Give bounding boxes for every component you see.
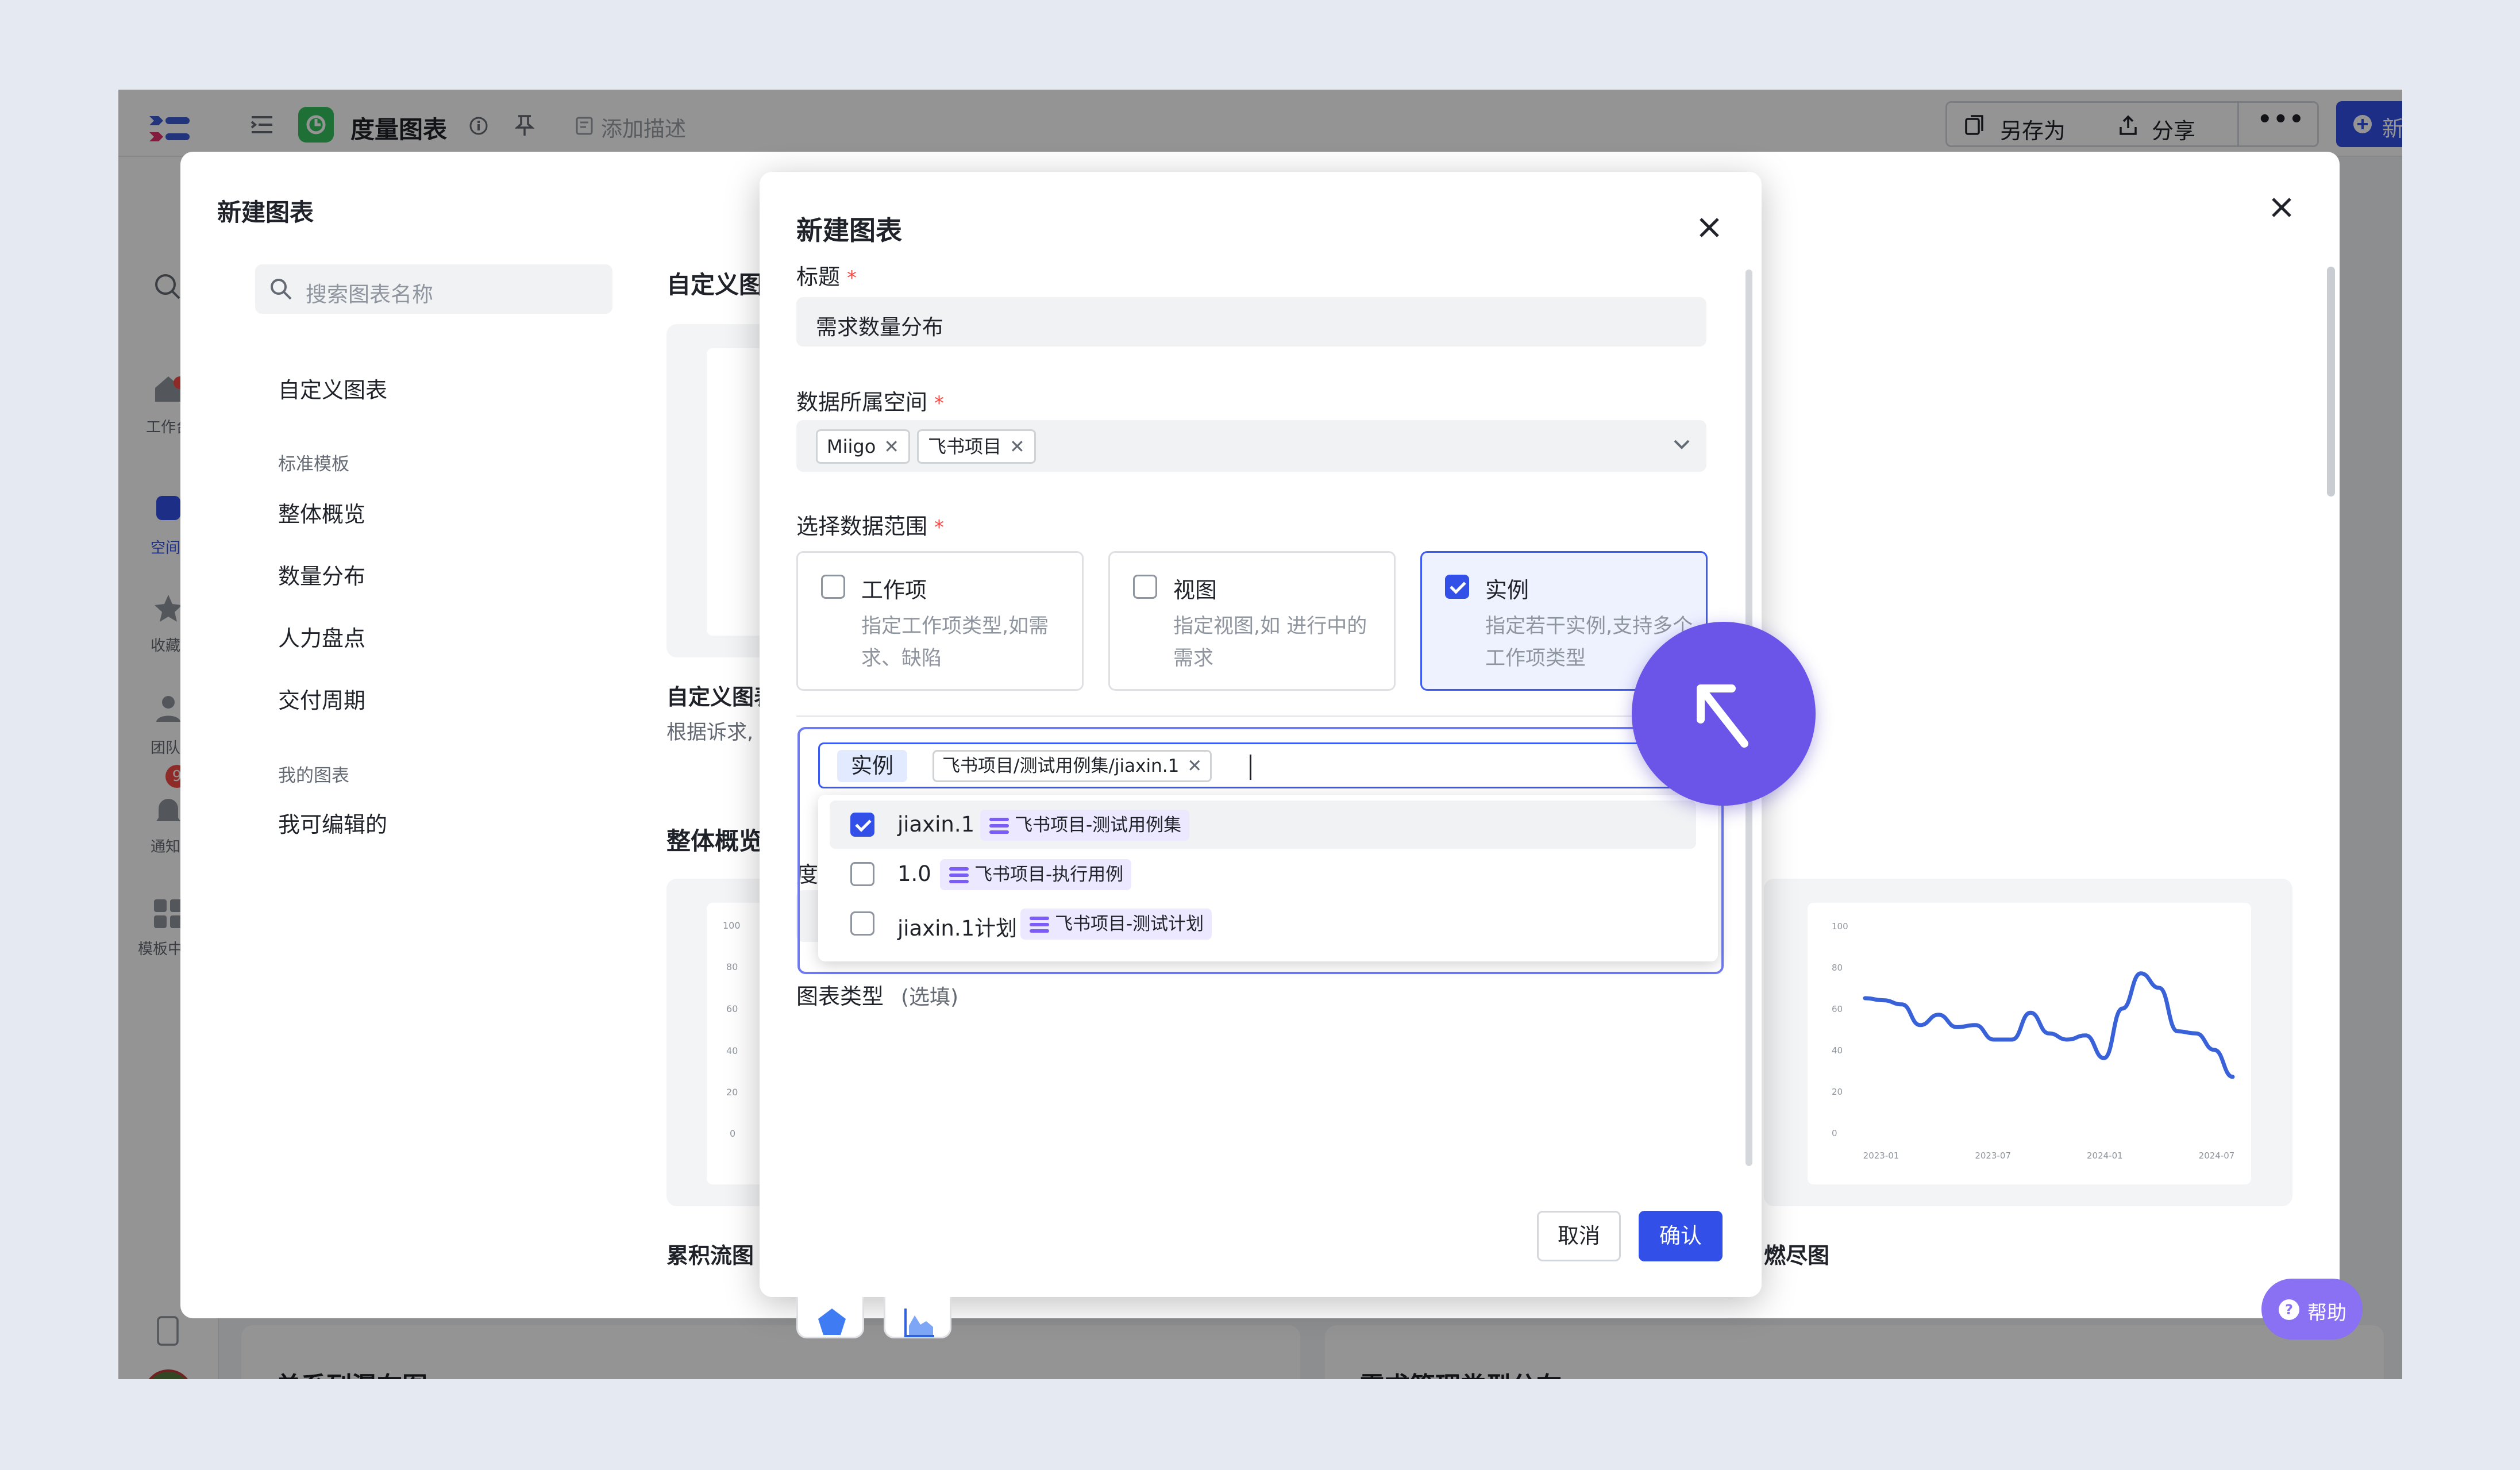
- dialog-footer: 取消 确认: [760, 1173, 1762, 1297]
- item-name: jiaxin.1: [897, 812, 975, 837]
- cancel-button[interactable]: 取消: [1537, 1211, 1621, 1261]
- card-preview: 100 80 60 40 20 0 2023-01 2023-07 2024-01 2024-07: [1808, 903, 2251, 1184]
- x-tick-label: 2024-07: [2199, 1150, 2235, 1161]
- checkbox-checked[interactable]: [850, 813, 874, 837]
- workitem-list-icon: [949, 867, 969, 883]
- space-select[interactable]: Miigo ✕ 飞书项目 ✕: [796, 420, 1706, 472]
- item-tag: 飞书项目-测试计划: [1020, 909, 1212, 940]
- option-title: 实例: [1485, 578, 1529, 603]
- card-title: 燃尽图: [1764, 1243, 1830, 1268]
- nav-item-staffing[interactable]: 人力盘点: [278, 621, 365, 652]
- chip-close-icon[interactable]: ✕: [884, 436, 899, 457]
- card-description: 根据诉求,: [666, 721, 754, 744]
- title-input-value: 需求数量分布: [816, 315, 943, 340]
- dialog-title: 新建图表: [796, 215, 902, 246]
- option-title: 视图: [1173, 578, 1217, 603]
- y-tick-label: 40: [1832, 1045, 1843, 1056]
- help-button[interactable]: ? 帮助: [2261, 1279, 2363, 1340]
- nav-section-mine: 我的图表: [278, 765, 349, 786]
- y-tick-label: 20: [1832, 1087, 1843, 1097]
- search-placeholder: 搜索图表名称: [306, 282, 433, 307]
- checkbox[interactable]: [850, 862, 874, 886]
- option-title: 工作项: [861, 578, 927, 603]
- svg-text:?: ?: [2285, 1302, 2293, 1318]
- nav-item-editable[interactable]: 我可编辑的: [278, 807, 387, 838]
- item-tag: 飞书项目-执行用例: [940, 859, 1132, 890]
- burndown-chart: 100 80 60 40 20 0 2023-01 2023-07 2024-01 2024-07: [1832, 921, 2235, 1161]
- close-icon[interactable]: [1698, 217, 1720, 238]
- nav-item-cycle[interactable]: 交付周期: [278, 683, 365, 714]
- chart-search-input[interactable]: 搜索图表名称: [255, 264, 612, 314]
- scope-option-workitem[interactable]: 工作项 指定工作项类型,如需求、缺陷: [796, 551, 1084, 691]
- x-tick-label: 2024-01: [2087, 1150, 2123, 1161]
- section-title: 自定义图: [666, 271, 764, 299]
- dropdown-item[interactable]: 1.0 飞书项目-执行用例: [830, 850, 1696, 898]
- instance-input[interactable]: 实例 飞书项目/测试用例集/jiaxin.1 ✕: [818, 742, 1697, 788]
- nav-item-overview[interactable]: 整体概览: [278, 497, 365, 528]
- dropdown-item[interactable]: jiaxin.1计划 飞书项目-测试计划: [830, 899, 1696, 948]
- checkbox-checked[interactable]: [1445, 575, 1469, 599]
- space-chip: 飞书项目 ✕: [917, 429, 1036, 464]
- scrollbar[interactable]: [2327, 267, 2335, 497]
- item-name: jiaxin.1计划: [897, 916, 1018, 941]
- close-icon[interactable]: [2271, 197, 2292, 218]
- y-tick-label: 100: [1832, 921, 1848, 932]
- card-title: 累积流图: [666, 1243, 754, 1268]
- x-tick-label: 2023-01: [1863, 1150, 1899, 1161]
- space-field-label: 数据所属空间 *: [796, 390, 945, 415]
- new-chart-dialog: 新建图表 标题 * 需求数量分布 数据所属空间 * Miigo ✕ 飞书项目 ✕ 选择数…: [760, 172, 1762, 1338]
- instance-chip: 飞书项目/测试用例集/jiaxin.1 ✕: [933, 750, 1212, 782]
- workitem-list-icon: [989, 818, 1009, 834]
- instance-prefix: 实例: [837, 750, 907, 782]
- click-indicator: [1632, 622, 1816, 806]
- nav-item-custom[interactable]: 自定义图表: [278, 372, 387, 404]
- dialog-title: 新建图表: [217, 198, 314, 226]
- workitem-list-icon: [1030, 917, 1049, 933]
- item-name: 1.0: [897, 861, 931, 886]
- x-tick-label: 2023-07: [1975, 1150, 2011, 1161]
- text-cursor: [1250, 755, 1251, 780]
- y-tick-label: 0: [1832, 1128, 1837, 1138]
- space-chip: Miigo ✕: [816, 429, 911, 464]
- chevron-down-icon: [1674, 440, 1690, 449]
- checkbox[interactable]: [850, 911, 874, 936]
- instance-dropdown: jiaxin.1 飞书项目-测试用例集 1.0 飞书项目-执行用例 jiaxin…: [818, 795, 1718, 961]
- checkbox[interactable]: [821, 575, 845, 599]
- burndown-chart-card[interactable]: 100 80 60 40 20 0 2023-01 2023-07 2024-01 2024-07: [1764, 879, 2292, 1206]
- dropdown-item[interactable]: jiaxin.1 飞书项目-测试用例集: [830, 801, 1696, 849]
- nav-item-distribution[interactable]: 数量分布: [278, 559, 365, 590]
- help-label: 帮助: [2307, 1302, 2346, 1325]
- title-field-label: 标题 *: [796, 264, 857, 290]
- title-input[interactable]: 需求数量分布: [796, 297, 1706, 347]
- confirm-button[interactable]: 确认: [1639, 1211, 1723, 1261]
- question-icon: ?: [2279, 1299, 2299, 1320]
- option-description: 指定视图,如 进行中的需求: [1173, 615, 1367, 670]
- series-line: [1863, 971, 2235, 1079]
- y-tick-label: 80: [1832, 963, 1843, 973]
- nav-section-standard: 标准模板: [278, 454, 349, 475]
- arrow-up-left-icon: [1697, 684, 1748, 748]
- section-title: 整体概览: [666, 827, 764, 855]
- scope-option-view[interactable]: 视图 指定视图,如 进行中的需求: [1108, 551, 1396, 691]
- divider: [796, 715, 1706, 717]
- scope-field-label: 选择数据范围 *: [796, 514, 945, 539]
- y-tick-label: 60: [1832, 1004, 1843, 1014]
- item-tag: 飞书项目-测试用例集: [980, 810, 1190, 841]
- combo-chart-icon: [904, 1309, 934, 1337]
- chip-close-icon[interactable]: ✕: [1187, 756, 1202, 776]
- search-icon: [271, 279, 292, 300]
- option-description: 指定工作项类型,如需求、缺陷: [861, 615, 1049, 670]
- radar-chart-icon: [818, 1309, 846, 1335]
- checkbox[interactable]: [1133, 575, 1157, 599]
- chip-close-icon[interactable]: ✕: [1009, 436, 1025, 457]
- chart-type-label: 图表类型 (选填): [796, 984, 959, 1009]
